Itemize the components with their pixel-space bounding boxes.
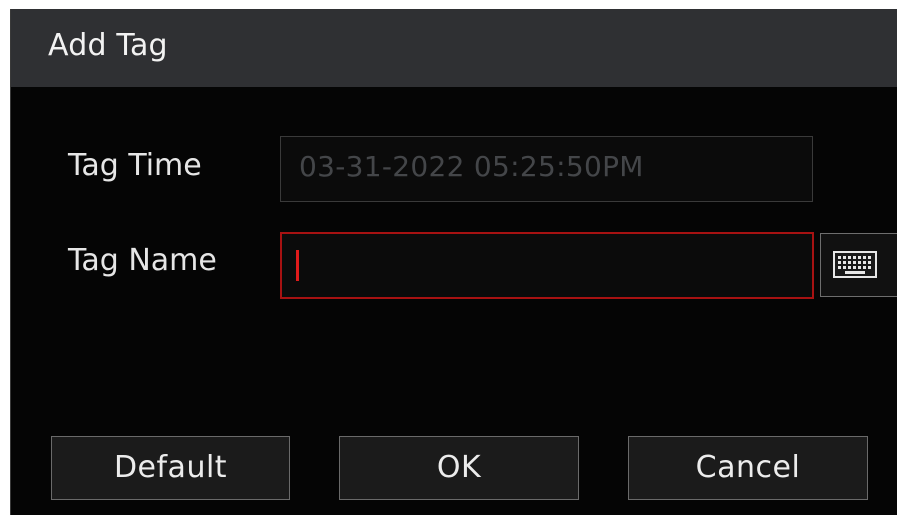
cancel-button[interactable]: Cancel [628,436,868,500]
add-tag-dialog: Add Tag Tag Time 03-31-2022 05:25:50PM T… [10,9,897,515]
virtual-keyboard-button[interactable] [820,233,897,297]
tag-time-value: 03-31-2022 05:25:50PM [299,150,644,183]
tag-time-label: Tag Time [68,148,202,183]
tag-name-input[interactable] [280,232,814,299]
tag-name-label: Tag Name [68,243,217,278]
tag-time-field: 03-31-2022 05:25:50PM [280,136,813,202]
dialog-title: Add Tag [48,28,168,63]
default-button[interactable]: Default [51,436,290,500]
text-cursor [296,250,299,281]
dialog-titlebar: Add Tag [11,9,897,87]
ok-button[interactable]: OK [339,436,579,500]
keyboard-icon [833,251,877,278]
